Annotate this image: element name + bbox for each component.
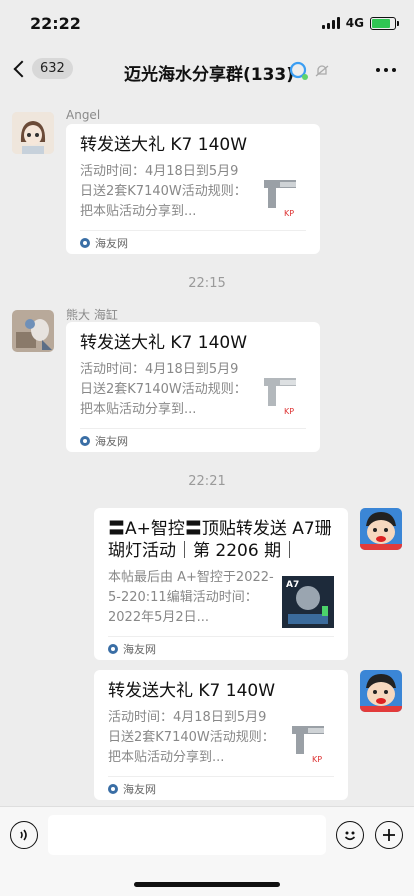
product-thumbnail: KP: [254, 170, 306, 222]
product-thumbnail: KP: [254, 368, 306, 420]
avatar-image: [12, 112, 54, 154]
avatar[interactable]: [360, 670, 402, 712]
svg-text:KP: KP: [312, 755, 322, 764]
chat-title: 迈光海水分享群(133): [124, 65, 295, 85]
chevron-left-icon: [13, 60, 31, 77]
link-card[interactable]: 转发送大礼 K7 140W 活动时间：4月18日到5月9日送2套K7140W活动…: [94, 670, 348, 800]
card-description: 活动时间：4月18日到5月9日送2套K7140W活动规则：把本贴活动分享到...: [80, 362, 247, 417]
sender-name: Angel: [66, 108, 101, 122]
card-source: 海友网: [80, 230, 306, 254]
source-name: 海友网: [123, 642, 156, 656]
avatar[interactable]: [12, 310, 54, 352]
source-logo-icon: [108, 783, 118, 794]
more-options-button[interactable]: [376, 68, 396, 72]
title-status-icons: [288, 60, 330, 82]
battery-icon: [370, 16, 399, 30]
time-divider: 22:21: [188, 474, 226, 489]
avatar[interactable]: [12, 112, 54, 154]
link-card[interactable]: 〓A+智控〓顶贴转发送 A7珊瑚灯活动｜第 2206 期｜ 本帖最后由 A+智控…: [94, 508, 348, 660]
source-logo-icon: [108, 643, 118, 654]
smiley-icon: [344, 831, 356, 841]
product-thumbnail: KP: [282, 716, 334, 768]
voice-icon: [20, 829, 27, 841]
back-button[interactable]: 632: [10, 58, 73, 79]
nav-bar: 632 迈光海水分享群(133): [0, 48, 414, 94]
card-description: 本帖最后由 A+智控于2022-5-220:11编辑活动时间：2022年5月2日…: [108, 570, 274, 625]
source-name: 海友网: [95, 434, 128, 448]
source-logo-icon: [80, 237, 90, 248]
avatar-image: [360, 508, 402, 550]
card-title: 转发送大礼 K7 140W: [80, 333, 248, 353]
source-name: 海友网: [123, 782, 156, 796]
sender-name: 熊大 海缸: [66, 308, 118, 322]
card-description: 活动时间：4月18日到5月9日送2套K7140W活动规则：把本贴活动分享到...: [108, 710, 275, 765]
emoji-button[interactable]: [336, 821, 364, 849]
card-title: 转发送大礼 K7 140W: [108, 681, 276, 701]
home-indicator[interactable]: [134, 882, 280, 887]
mute-bell-icon: [315, 65, 329, 77]
card-title: 〓A+智控〓顶贴转发送 A7珊瑚灯活动｜第 2206 期｜: [108, 519, 332, 561]
card-source: 海友网: [108, 636, 334, 660]
status-indicators: 4G: [321, 16, 399, 30]
plus-icon: [383, 829, 395, 841]
link-card[interactable]: 转发送大礼 K7 140W 活动时间：4月18日到5月9日送2套K7140W活动…: [66, 124, 320, 254]
source-name: 海友网: [95, 236, 128, 250]
unread-count-badge: 632: [32, 58, 73, 79]
svg-text:KP: KP: [284, 407, 294, 416]
time-divider: 22:15: [188, 276, 226, 291]
message-input[interactable]: [48, 815, 326, 855]
card-source: 海友网: [108, 776, 334, 800]
card-title: 转发送大礼 K7 140W: [80, 135, 248, 155]
more-actions-button[interactable]: [375, 821, 403, 849]
status-time: 22:22: [30, 14, 81, 33]
card-source: 海友网: [80, 428, 306, 452]
source-logo-icon: [80, 435, 90, 446]
chat-bubble-icon: [289, 61, 308, 80]
thumbnail-label: A7: [286, 580, 299, 590]
status-bar: 22:22 4G: [0, 0, 414, 48]
avatar-image: [360, 670, 402, 712]
card-description: 活动时间：4月18日到5月9日送2套K7140W活动规则：把本贴活动分享到...: [80, 164, 247, 219]
avatar-image: [12, 310, 54, 352]
link-card[interactable]: 转发送大礼 K7 140W 活动时间：4月18日到5月9日送2套K7140W活动…: [66, 322, 320, 452]
message-list: Angel 转发送大礼 K7 140W 活动时间：4月18日到5月9日送2套K7…: [0, 94, 414, 806]
network-type: 4G: [345, 16, 364, 30]
product-thumbnail: A7: [282, 576, 334, 628]
signal-icon: [321, 17, 340, 29]
svg-text:KP: KP: [284, 209, 294, 218]
voice-input-button[interactable]: [10, 821, 38, 849]
avatar[interactable]: [360, 508, 402, 550]
